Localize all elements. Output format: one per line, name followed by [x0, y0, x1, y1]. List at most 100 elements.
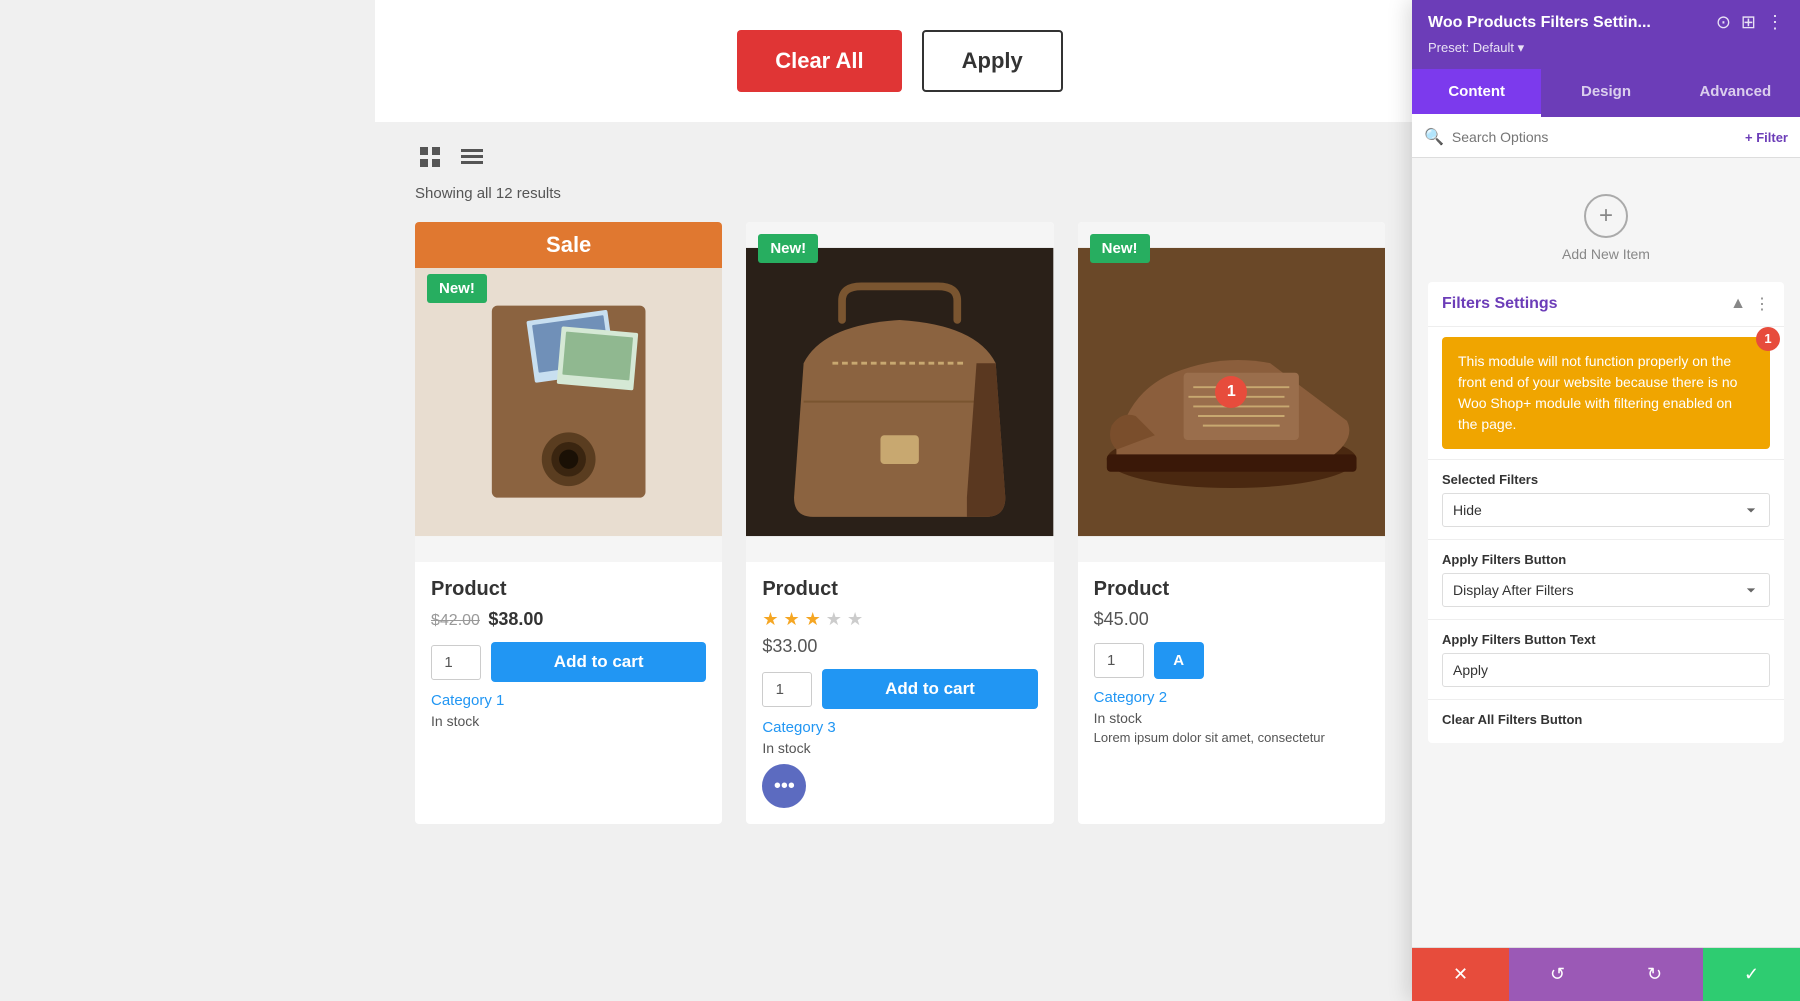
product-category-3[interactable]: Category 2 — [1094, 689, 1369, 706]
add-to-cart-button-2[interactable]: Add to cart — [822, 669, 1037, 709]
more-options-button-2[interactable]: ••• — [762, 764, 806, 808]
panel-header: Woo Products Filters Settin... ⊙ ⊞ ⋮ Pre… — [1412, 0, 1800, 69]
warning-badge-overlay: 1 — [1215, 376, 1247, 408]
redo-button[interactable]: ↻ — [1606, 948, 1703, 1001]
panel-search-row: 🔍 + Filter — [1412, 117, 1800, 158]
columns-icon[interactable]: ⊞ — [1741, 12, 1756, 33]
price-new-1: $38.00 — [488, 609, 543, 629]
product-info-1: Product $42.00 $38.00 Add to cart Catego… — [415, 562, 722, 745]
add-to-cart-row-3: A — [1094, 642, 1369, 679]
product-price-3: $45.00 — [1094, 609, 1369, 630]
product-stock-2: In stock — [762, 740, 1037, 756]
filters-settings-section: Filters Settings ▲ ⋮ This module will no… — [1428, 282, 1784, 743]
filter-bar: Clear All Apply — [375, 0, 1425, 122]
product-info-2: Product ★ ★ ★ ★ ★ $33.00 Add to cart Cat… — [746, 562, 1053, 824]
save-icon: ✓ — [1744, 964, 1759, 985]
delete-button[interactable]: ✕ — [1412, 948, 1509, 1001]
product-card-2: New! Pr — [746, 222, 1053, 824]
badge-new-1: New! — [427, 274, 487, 303]
panel-preset[interactable]: Preset: Default — [1428, 40, 1524, 55]
panel-header-icons: ⊙ ⊞ ⋮ — [1716, 12, 1784, 33]
product-price-2: $33.00 — [762, 636, 1037, 657]
section-more-icon[interactable]: ⋮ — [1754, 294, 1770, 314]
filters-section-header: Filters Settings ▲ ⋮ — [1428, 282, 1784, 327]
apply-filters-button-select[interactable]: Display After Filters Display Before Fil… — [1442, 573, 1770, 607]
star-5: ★ — [847, 609, 863, 629]
add-to-cart-row-1: Add to cart — [431, 642, 706, 682]
undo-icon: ↺ — [1550, 964, 1565, 985]
qty-input-1[interactable] — [431, 645, 481, 680]
collapse-icon[interactable]: ▲ — [1730, 295, 1746, 313]
apply-filters-button-label: Apply Filters Button — [1442, 552, 1770, 567]
star-1: ★ — [762, 609, 778, 629]
redo-icon: ↻ — [1647, 964, 1662, 985]
product-desc-3: Lorem ipsum dolor sit amet, consectetur — [1094, 730, 1369, 745]
warning-box: This module will not function properly o… — [1442, 337, 1770, 449]
panel-title: Woo Products Filters Settin... — [1428, 14, 1651, 32]
products-container: Showing all 12 results Sale New! — [375, 122, 1425, 844]
selected-filters-label: Selected Filters — [1442, 472, 1770, 487]
product-card: Sale New! — [415, 222, 722, 824]
panel-body: + Add New Item Filters Settings ▲ ⋮ This… — [1412, 158, 1800, 947]
product-image-2: New! — [746, 222, 1053, 562]
product-image-3: New! — [1078, 222, 1385, 562]
apply-filters-text-input[interactable] — [1442, 653, 1770, 687]
product-name-2: Product — [762, 578, 1037, 601]
undo-button[interactable]: ↺ — [1509, 948, 1606, 1001]
add-new-label: Add New Item — [1562, 246, 1650, 262]
product-image-svg-1 — [415, 222, 722, 562]
add-new-icon[interactable]: + — [1584, 194, 1628, 238]
save-button[interactable]: ✓ — [1703, 948, 1800, 1001]
add-to-cart-row-2: Add to cart — [762, 669, 1037, 709]
grid-view-button[interactable] — [415, 142, 445, 177]
product-info-3: Product $45.00 A Category 2 In stock Lor… — [1078, 562, 1385, 761]
apply-filters-text-group: Apply Filters Button Text — [1428, 622, 1784, 697]
qty-input-2[interactable] — [762, 672, 812, 707]
tab-design[interactable]: Design — [1541, 69, 1670, 117]
list-view-button[interactable] — [457, 145, 487, 174]
product-category-1[interactable]: Category 1 — [431, 692, 706, 709]
product-stars-2: ★ ★ ★ ★ ★ — [762, 609, 1037, 630]
product-stock-3: In stock — [1094, 710, 1369, 726]
panel-tabs: Content Design Advanced — [1412, 69, 1800, 117]
product-name-1: Product — [431, 578, 706, 601]
search-options-input[interactable] — [1452, 129, 1737, 145]
price-old-1: $42.00 — [431, 612, 480, 629]
settings-icon[interactable]: ⊙ — [1716, 12, 1731, 33]
product-image-1: Sale New! — [415, 222, 722, 562]
product-name-3: Product — [1094, 578, 1369, 601]
clear-all-filters-group: Clear All Filters Button — [1428, 702, 1784, 743]
star-3: ★ — [805, 609, 821, 629]
product-category-2[interactable]: Category 3 — [762, 719, 1037, 736]
panel-bottom-toolbar: ✕ ↺ ↻ ✓ — [1412, 947, 1800, 1001]
badge-new-3: New! — [1090, 234, 1150, 263]
add-new-item[interactable]: + Add New Item — [1428, 174, 1784, 282]
search-icon: 🔍 — [1424, 127, 1444, 147]
settings-panel: Woo Products Filters Settin... ⊙ ⊞ ⋮ Pre… — [1412, 0, 1800, 1001]
clear-all-filters-label: Clear All Filters Button — [1442, 712, 1770, 727]
selected-filters-select[interactable]: Hide Show — [1442, 493, 1770, 527]
clear-all-button[interactable]: Clear All — [737, 30, 901, 92]
badge-sale: Sale — [415, 222, 722, 268]
filters-section-icons: ▲ ⋮ — [1730, 294, 1770, 314]
product-card-3: New! — [1078, 222, 1385, 824]
tab-advanced[interactable]: Advanced — [1671, 69, 1800, 117]
star-2: ★ — [783, 609, 799, 629]
panel-title-row: Woo Products Filters Settin... ⊙ ⊞ ⋮ — [1428, 12, 1784, 33]
filters-section-title: Filters Settings — [1442, 295, 1558, 313]
add-to-cart-button-3[interactable]: A — [1154, 642, 1204, 679]
filter-button[interactable]: + Filter — [1745, 130, 1788, 145]
add-to-cart-button-1[interactable]: Add to cart — [491, 642, 706, 682]
more-icon[interactable]: ⋮ — [1766, 12, 1784, 33]
qty-input-3[interactable] — [1094, 643, 1144, 678]
warning-text: This module will not function properly o… — [1458, 353, 1737, 432]
product-stock-1: In stock — [431, 713, 706, 729]
tab-content[interactable]: Content — [1412, 69, 1541, 117]
badge-new-2: New! — [758, 234, 818, 263]
delete-icon: ✕ — [1453, 964, 1468, 985]
apply-button[interactable]: Apply — [922, 30, 1063, 92]
apply-filters-button-group: Apply Filters Button Display After Filte… — [1428, 542, 1784, 617]
view-controls — [415, 142, 1385, 177]
product-image-svg-2 — [746, 222, 1053, 562]
products-grid: Sale New! — [415, 222, 1385, 824]
